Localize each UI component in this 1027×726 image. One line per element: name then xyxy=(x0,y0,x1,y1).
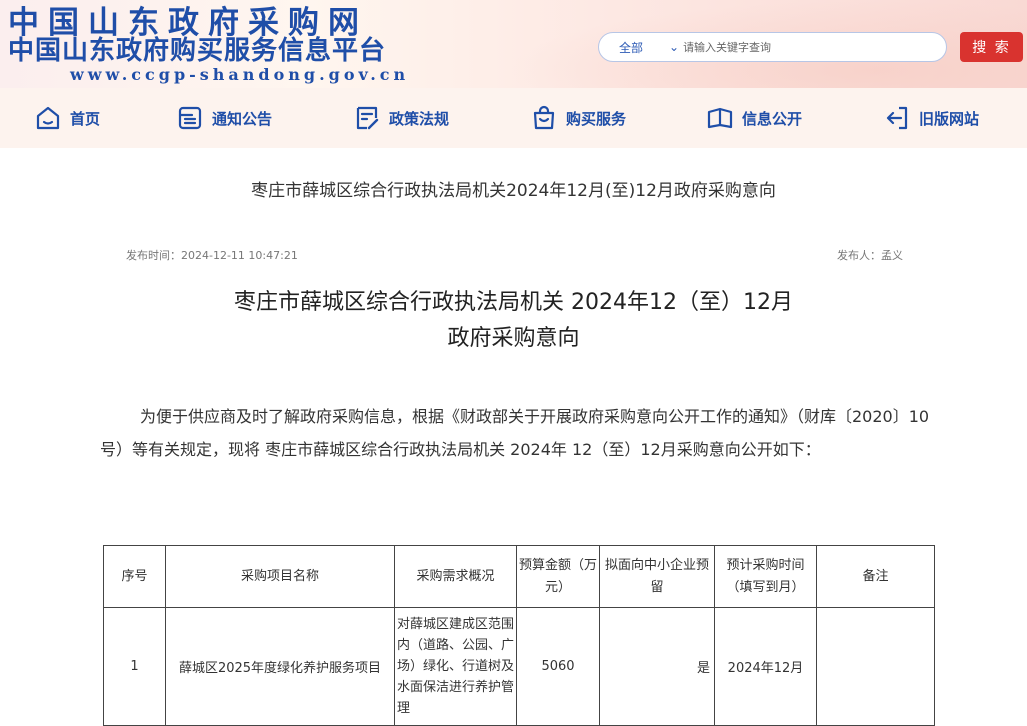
shopping-bag-icon xyxy=(530,104,558,132)
site-logo[interactable]: 中国山东政府采购网 中国山东政府购买服务信息平台 www.ccgp-shando… xyxy=(8,6,409,84)
cell-demand-overview: 对薛城区建成区范围内（道路、公园、广场）绿化、行道树及水面保洁进行养护管理 xyxy=(394,607,517,726)
logo-title: 中国山东政府采购网 xyxy=(8,5,368,41)
search-button[interactable]: 搜 索 xyxy=(960,32,1023,62)
logo-url: www.ccgp-shandong.gov.cn xyxy=(70,65,410,84)
cell-project-name: 薛城区2025年度绿化养护服务项目 xyxy=(165,607,395,726)
nav-label: 购买服务 xyxy=(566,109,627,128)
cell-no: 1 xyxy=(103,607,166,726)
article-title-line2: 政府采购意向 xyxy=(447,326,580,351)
procurement-intent-table: 序号 采购项目名称 采购需求概况 预算金额（万元） 拟面向中小企业预留 预计采购… xyxy=(103,545,935,726)
search-bar: 全部 ⌄ xyxy=(598,32,947,62)
article-title: 枣庄市薛城区综合行政执法局机关 2024年12（至）12月 政府采购意向 xyxy=(0,285,1027,357)
site-header: 中国山东政府采购网 中国山东政府购买服务信息平台 www.ccgp-shando… xyxy=(0,0,1027,88)
header-sme-reserve: 拟面向中小企业预留 xyxy=(599,545,715,608)
nav-item-info-public[interactable]: 信息公开 xyxy=(706,102,802,134)
nav-label: 通知公告 xyxy=(212,109,273,128)
exit-icon xyxy=(883,104,911,132)
nav-item-home[interactable]: 首页 xyxy=(34,102,100,134)
search-scope-select[interactable]: 全部 xyxy=(599,39,669,56)
chevron-down-icon[interactable]: ⌄ xyxy=(669,40,679,54)
publish-time: 发布时间：2024-12-11 10:47:21 xyxy=(126,249,298,262)
home-icon xyxy=(34,104,62,132)
header-budget: 预算金额（万元） xyxy=(516,545,600,608)
page-subtitle: 枣庄市薛城区综合行政执法局机关2024年12月(至)12月政府采购意向 xyxy=(251,181,776,201)
nav-label: 信息公开 xyxy=(742,109,803,128)
header-demand-overview: 采购需求概况 xyxy=(394,545,517,608)
policy-icon xyxy=(353,104,381,132)
article-body: 为便于供应商及时了解政府采购信息，根据《财政部关于开展政府采购意向公开工作的通知… xyxy=(100,400,930,466)
nav-item-purchase-service[interactable]: 购买服务 xyxy=(530,102,626,134)
article-title-line1: 枣庄市薛城区综合行政执法局机关 2024年12（至）12月 xyxy=(234,290,793,315)
book-icon xyxy=(706,104,734,132)
header-note: 备注 xyxy=(816,545,935,608)
header-project-name: 采购项目名称 xyxy=(165,545,395,608)
table-row: 1 薛城区2025年度绿化养护服务项目 对薛城区建成区范围内（道路、公园、广场）… xyxy=(103,607,935,726)
nav-item-old-site[interactable]: 旧版网站 xyxy=(883,102,979,134)
nav-label: 政策法规 xyxy=(389,109,450,128)
cell-note xyxy=(816,607,935,726)
publisher: 发布人：孟义 xyxy=(837,249,903,262)
cell-expected-time: 2024年12月 xyxy=(714,607,817,726)
table-header-row: 序号 采购项目名称 采购需求概况 预算金额（万元） 拟面向中小企业预留 预计采购… xyxy=(103,545,935,608)
article-body-text: 为便于供应商及时了解政府采购信息，根据《财政部关于开展政府采购意向公开工作的通知… xyxy=(100,407,930,459)
search-input[interactable] xyxy=(683,40,946,54)
nav-label: 旧版网站 xyxy=(919,109,980,128)
logo-subtitle: 中国山东政府购买服务信息平台 xyxy=(8,36,387,66)
nav-item-notice[interactable]: 通知公告 xyxy=(176,102,272,134)
nav-item-policy[interactable]: 政策法规 xyxy=(353,102,449,134)
main-nav: 首页 通知公告 政策法规 购买服务 信息公开 旧版网站 xyxy=(0,88,1027,148)
nav-label: 首页 xyxy=(70,109,101,128)
notice-icon xyxy=(176,104,204,132)
header-no: 序号 xyxy=(103,545,166,608)
header-expected-time: 预计采购时间（填写到月） xyxy=(714,545,817,608)
cell-sme-reserve: 是 xyxy=(599,607,715,726)
cell-budget: 5060 xyxy=(516,607,600,726)
